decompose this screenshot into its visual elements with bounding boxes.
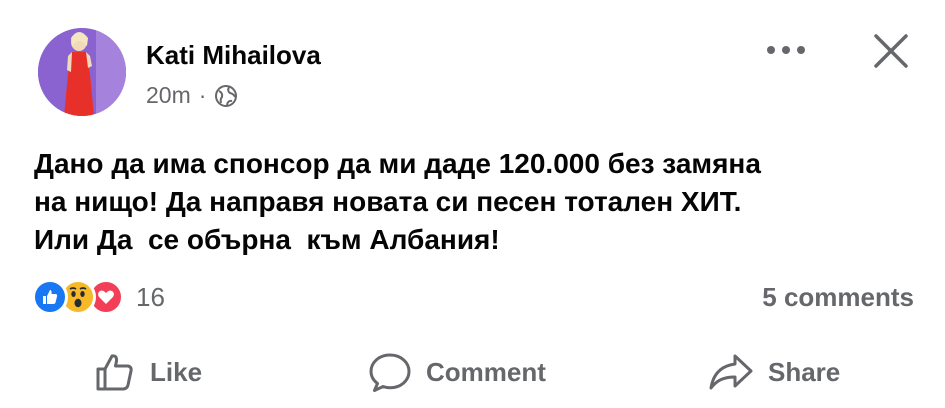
like-button[interactable]: Like [94, 344, 202, 400]
close-button[interactable] [866, 26, 916, 76]
post-text-line: Или Да се обърна към Албания! [34, 224, 500, 255]
post-meta: 20m · [146, 82, 238, 109]
more-dots-icon [767, 46, 805, 54]
comment-bubble-icon [369, 353, 411, 392]
comment-button[interactable]: Comment [368, 344, 546, 400]
comments-count-link[interactable]: 5 comments [762, 282, 914, 313]
avatar-photo [38, 28, 126, 116]
author-avatar[interactable] [38, 28, 126, 116]
share-arrow-icon [709, 354, 753, 390]
share-label: Share [768, 356, 841, 387]
action-bar: Like Comment Share [0, 344, 945, 400]
share-button[interactable]: Share [708, 344, 840, 400]
post-time[interactable]: 20m [146, 82, 191, 109]
like-reaction-icon [32, 279, 68, 315]
post-text: Дано да има спонсор да ми даде 120.000 б… [34, 145, 924, 259]
post-text-line: на нищо! Да направя новата си песен тота… [34, 186, 742, 217]
globe-icon[interactable] [214, 84, 238, 108]
close-icon [874, 34, 908, 68]
thumbs-up-icon [96, 354, 133, 391]
meta-separator: · [198, 82, 207, 108]
reactions-count: 16 [136, 281, 165, 312]
author-name[interactable]: Kati Mihailova [146, 40, 321, 71]
more-options-button[interactable] [762, 36, 810, 64]
comment-label: Comment [426, 356, 546, 387]
reactions-summary[interactable]: 16 [32, 279, 165, 315]
post-text-line: Дано да има спонсор да ми даде 120.000 б… [34, 148, 761, 179]
like-label: Like [150, 356, 203, 387]
